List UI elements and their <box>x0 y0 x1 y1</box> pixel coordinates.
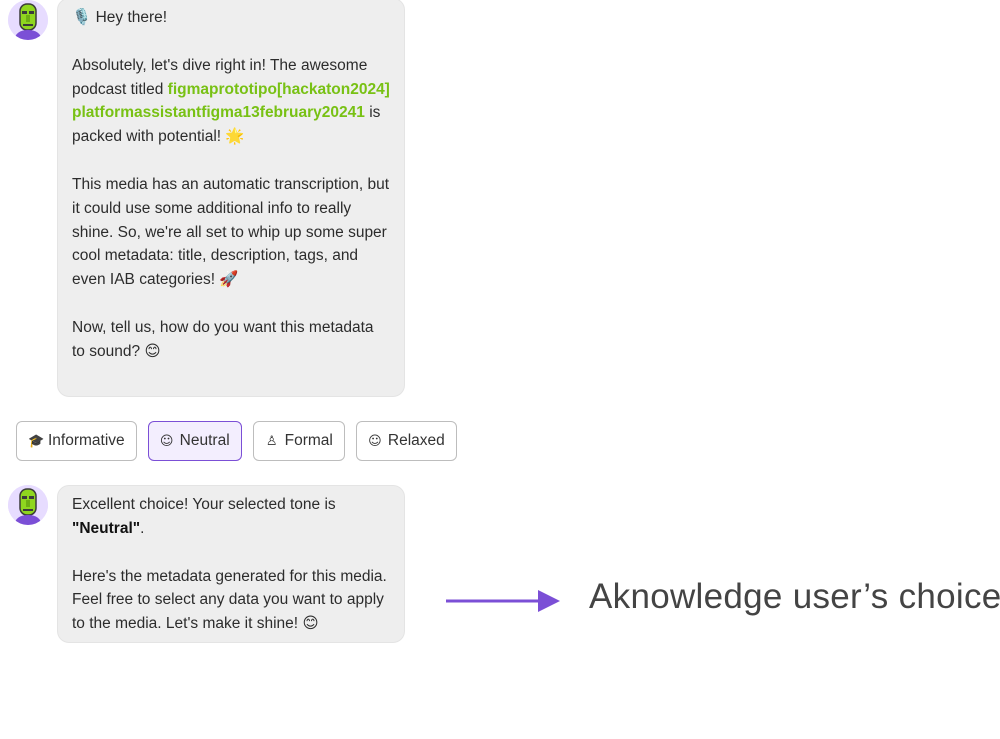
graduation-cap-icon: 🎓 <box>28 433 45 449</box>
moai-robot-avatar-icon <box>8 0 48 40</box>
tone-confirmation-text: Excellent choice! Your selected tone is … <box>72 493 390 541</box>
confirmation-text-before: Excellent choice! Your selected tone is <box>72 496 336 513</box>
tone-question-text: Now, tell us, how do you want this metad… <box>72 318 374 360</box>
tone-options: 🎓 Informative ☺ Neutral ♙ Formal ☺ Relax… <box>16 421 457 461</box>
tone-label: Informative <box>48 432 125 449</box>
tone-button-neutral[interactable]: ☺ Neutral <box>147 421 242 461</box>
assistant-message-confirmation: Excellent choice! Your selected tone is … <box>57 485 405 643</box>
metadata-info-text: Here's the metadata generated for this m… <box>72 567 387 633</box>
arrow-right-icon <box>446 590 560 612</box>
selected-tone-text: "Neutral" <box>72 519 141 537</box>
confirmation-text-after: . <box>140 519 145 537</box>
transcription-info-text: This media has an automatic transcriptio… <box>72 175 390 289</box>
tone-button-informative[interactable]: 🎓 Informative <box>16 421 137 461</box>
assistant-avatar <box>8 485 48 525</box>
tone-button-formal[interactable]: ♙ Formal <box>252 421 345 461</box>
tone-label: Neutral <box>179 432 230 449</box>
annotation-label: Aknowledge user’s choice <box>589 577 1000 616</box>
greeting-text: 🎙️ Hey there! <box>72 9 168 26</box>
smile-icon: ☺ <box>368 433 382 449</box>
person-icon: ♙ <box>265 433 278 449</box>
neutral-face-icon: ☺ <box>159 433 174 449</box>
assistant-avatar <box>8 0 48 40</box>
assistant-message-intro: 🎙️ Hey there! Absolutely, let's dive rig… <box>57 0 405 397</box>
moai-robot-avatar-icon <box>8 485 48 525</box>
podcast-intro-text: Absolutely, let's dive right in! The awe… <box>72 54 390 149</box>
tone-label: Relaxed <box>387 432 445 449</box>
tone-button-relaxed[interactable]: ☺ Relaxed <box>355 421 457 461</box>
tone-label: Formal <box>284 432 333 449</box>
